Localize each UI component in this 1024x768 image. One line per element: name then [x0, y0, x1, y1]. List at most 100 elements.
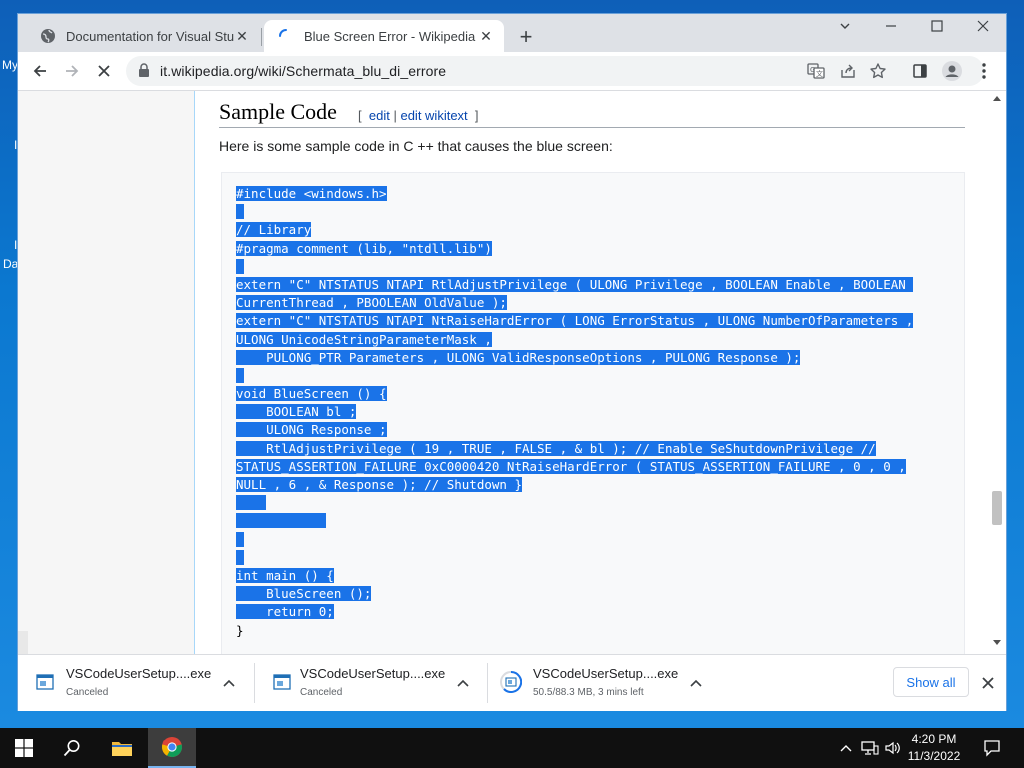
desktop-icon-label[interactable]: Da [3, 257, 18, 271]
close-tab-icon[interactable]: ✕ [234, 28, 250, 44]
code-line[interactable]: ULONG Response ; [236, 421, 913, 439]
download-item[interactable]: VSCodeUserSetup....exe Canceled [18, 655, 254, 711]
code-line-text[interactable]: NULL , 6 , & Response ); // Shutdown } [236, 477, 522, 492]
code-line-text[interactable] [236, 513, 327, 529]
code-line-text[interactable] [236, 258, 244, 274]
maximize-button[interactable] [914, 14, 960, 38]
chrome-taskbar-button[interactable] [148, 728, 196, 768]
bookmark-star-icon[interactable] [868, 61, 888, 81]
system-clock[interactable]: 4:20 PM 11/3/2022 [906, 731, 962, 765]
code-line-text[interactable]: void BlueScreen () { [236, 386, 387, 402]
code-line[interactable] [236, 494, 913, 512]
code-line[interactable]: void BlueScreen () { [236, 385, 913, 403]
lock-icon[interactable] [138, 63, 150, 83]
download-item[interactable]: VSCodeUserSetup....exe Canceled [255, 655, 487, 711]
vertical-scrollbar[interactable] [988, 91, 1006, 654]
code-line[interactable] [236, 531, 913, 549]
code-line[interactable] [236, 512, 913, 530]
code-line[interactable]: CurrentThread , PBOOLEAN OldValue ); [236, 294, 913, 312]
scroll-up-arrow-icon[interactable] [993, 95, 1001, 101]
code-line[interactable]: NULL , 6 , & Response ); // Shutdown } [236, 476, 913, 494]
code-line[interactable]: STATUS_ASSERTION_FAILURE 0xC0000420 NtRa… [236, 458, 913, 476]
code-line-text[interactable]: BOOLEAN bl ; [236, 404, 357, 420]
share-icon[interactable] [838, 61, 858, 81]
notifications-icon[interactable] [978, 728, 1006, 768]
close-shelf-icon[interactable] [979, 674, 997, 692]
show-all-button[interactable]: Show all [893, 667, 969, 697]
code-line-text[interactable]: RtlAdjustPrivilege ( 19 , TRUE , FALSE ,… [236, 440, 876, 456]
code-line-text[interactable]: BlueScreen (); [236, 586, 372, 602]
new-tab-button[interactable]: + [514, 25, 538, 49]
file-explorer-button[interactable] [98, 728, 146, 768]
desktop-icon-label[interactable]: I [14, 138, 17, 152]
code-line-text[interactable]: STATUS_ASSERTION_FAILURE 0xC0000420 NtRa… [236, 458, 906, 474]
scrollbar-thumb[interactable] [992, 491, 1002, 525]
stop-loading-button[interactable] [90, 57, 118, 85]
code-line[interactable]: #pragma comment (lib, "ntdll.lib") [236, 240, 913, 258]
download-item[interactable]: VSCodeUserSetup....exe 50.5/88.3 MB, 3 m… [488, 655, 724, 711]
show-hidden-icons-chevron-icon[interactable] [836, 728, 856, 768]
address-bar[interactable]: it.wikipedia.org/wiki/Schermata_blu_di_e… [126, 56, 984, 86]
code-line-text[interactable] [236, 367, 244, 383]
code-listing[interactable]: #include <windows.h> // Library #pragma c… [236, 185, 914, 640]
close-window-button[interactable] [960, 14, 1006, 38]
profile-avatar-icon[interactable] [938, 57, 966, 85]
code-block[interactable]: #include <windows.h> // Library #pragma c… [221, 172, 965, 654]
code-line-text[interactable] [236, 531, 244, 547]
code-line-text[interactable]: ULONG Response ; [236, 422, 387, 438]
edit-link[interactable]: edit [369, 108, 390, 123]
code-line[interactable]: RtlAdjustPrivilege ( 19 , TRUE , FALSE ,… [236, 440, 913, 458]
search-button[interactable] [48, 728, 96, 768]
code-line[interactable] [236, 203, 913, 221]
code-line-text[interactable]: // Library [236, 222, 312, 238]
code-line-text[interactable]: extern "C" NTSTATUS NTAPI NtRaiseHardErr… [236, 313, 914, 329]
code-line-text[interactable]: #include <windows.h> [236, 186, 387, 201]
code-line[interactable]: BOOLEAN bl ; [236, 403, 913, 421]
code-line[interactable]: #include <windows.h> [236, 185, 913, 203]
code-line-text[interactable] [236, 204, 244, 220]
code-line-text[interactable]: PULONG_PTR Parameters , ULONG ValidRespo… [236, 349, 801, 365]
code-line[interactable]: extern "C" NTSTATUS NTAPI RtlAdjustPrivi… [236, 276, 914, 294]
code-line-text[interactable] [236, 549, 244, 565]
code-line-text[interactable]: return 0; [236, 604, 334, 620]
chevron-up-icon[interactable] [455, 675, 471, 691]
code-line[interactable] [236, 549, 913, 567]
code-line-text[interactable]: extern "C" NTSTATUS NTAPI RtlAdjustPrivi… [236, 276, 914, 292]
code-line-text[interactable]: ULONG UnicodeStringParameterMask , [236, 331, 492, 347]
back-button[interactable] [26, 57, 54, 85]
url-text[interactable]: it.wikipedia.org/wiki/Schermata_blu_di_e… [160, 63, 446, 79]
code-line-text[interactable]: } [236, 623, 244, 638]
close-tab-icon[interactable]: ✕ [478, 28, 494, 44]
desktop-icon-label[interactable]: My [2, 58, 18, 72]
code-line[interactable]: extern "C" NTSTATUS NTAPI NtRaiseHardErr… [236, 312, 914, 330]
code-line-text[interactable] [236, 495, 267, 511]
start-button[interactable] [0, 728, 48, 768]
forward-button[interactable] [58, 57, 86, 85]
code-line-text[interactable]: int main () { [236, 567, 334, 583]
menu-kebab-icon[interactable] [970, 57, 998, 85]
code-line[interactable]: return 0; [236, 603, 913, 621]
tab-search-button[interactable] [822, 14, 868, 38]
minimize-button[interactable] [868, 14, 914, 38]
desktop-icon-label[interactable]: I [14, 238, 17, 252]
side-panel-icon[interactable] [906, 57, 934, 85]
network-icon[interactable] [858, 728, 882, 768]
code-line[interactable] [236, 258, 913, 276]
edit-wikitext-link[interactable]: edit wikitext [400, 108, 467, 123]
code-line[interactable]: int main () { [236, 567, 913, 585]
code-line[interactable] [236, 367, 913, 385]
translate-icon[interactable]: G文 [806, 61, 826, 81]
code-line-text[interactable]: #pragma comment (lib, "ntdll.lib") [236, 240, 492, 256]
scroll-down-arrow-icon[interactable] [993, 640, 1001, 646]
chevron-up-icon[interactable] [688, 675, 704, 691]
chevron-up-icon[interactable] [221, 675, 237, 691]
code-line-text[interactable]: CurrentThread , PBOOLEAN OldValue ); [236, 295, 507, 311]
volume-icon[interactable] [882, 728, 904, 768]
code-line[interactable]: // Library [236, 221, 913, 239]
code-line[interactable]: PULONG_PTR Parameters , ULONG ValidRespo… [236, 349, 913, 367]
tab-wikipedia[interactable]: Blue Screen Error - Wikipedia ✕ [264, 20, 504, 52]
code-line[interactable]: ULONG UnicodeStringParameterMask , [236, 331, 913, 349]
code-line[interactable]: } [236, 622, 913, 640]
tab-documentation[interactable]: Documentation for Visual Studio ✕ [26, 20, 260, 52]
code-line[interactable]: BlueScreen (); [236, 585, 913, 603]
